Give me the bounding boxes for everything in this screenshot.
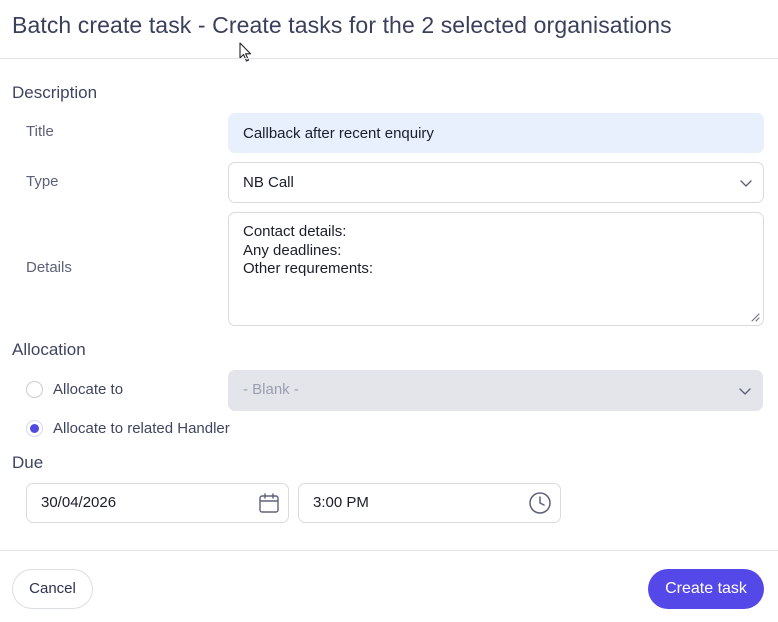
- footer-divider: [0, 550, 778, 551]
- type-select-value: NB Call: [243, 174, 294, 191]
- create-task-button[interactable]: Create task: [648, 569, 764, 609]
- calendar-icon[interactable]: [258, 492, 280, 514]
- cancel-button[interactable]: Cancel: [12, 569, 93, 609]
- due-date-value: 30/04/2026: [41, 494, 117, 511]
- type-label: Type: [26, 173, 59, 190]
- title-label: Title: [26, 123, 54, 140]
- allocate-related-handler-radio[interactable]: [26, 420, 43, 437]
- due-time-value: 3:00 PM: [313, 494, 369, 511]
- details-label: Details: [26, 259, 72, 276]
- dialog-title: Batch create task - Create tasks for the…: [12, 12, 672, 38]
- header-divider: [0, 58, 778, 59]
- chevron-down-icon: [740, 180, 752, 187]
- due-date-input[interactable]: 30/04/2026: [26, 483, 289, 523]
- resize-handle-icon[interactable]: [751, 313, 760, 322]
- details-textarea[interactable]: Contact details: Any deadlines: Other requ…: [228, 212, 764, 326]
- details-line: Contact details:: [243, 223, 347, 240]
- title-field[interactable]: Callback after recent enquiry: [228, 113, 764, 153]
- description-heading: Description: [12, 83, 98, 102]
- due-heading: Due: [12, 453, 44, 472]
- clock-icon[interactable]: [528, 491, 552, 515]
- due-time-input[interactable]: 3:00 PM: [298, 483, 561, 523]
- details-line: Any deadlines:: [243, 241, 342, 259]
- allocate-to-select-value: - Blank -: [243, 381, 299, 398]
- mouse-cursor-icon: [239, 42, 252, 62]
- type-select[interactable]: NB Call: [228, 162, 764, 203]
- title-field-value: Callback after recent enquiry: [243, 125, 434, 142]
- allocation-heading: Allocation: [12, 340, 86, 359]
- allocate-to-select: - Blank -: [228, 370, 763, 411]
- chevron-down-icon: [739, 388, 751, 395]
- details-line: Other requrements:: [243, 260, 374, 277]
- allocate-to-label[interactable]: Allocate to: [53, 381, 123, 398]
- details-text: Contact details: Any deadlines: Other requ…: [243, 223, 373, 279]
- allocate-related-handler-label[interactable]: Allocate to related Handler: [53, 420, 230, 437]
- allocate-to-radio[interactable]: [26, 381, 43, 398]
